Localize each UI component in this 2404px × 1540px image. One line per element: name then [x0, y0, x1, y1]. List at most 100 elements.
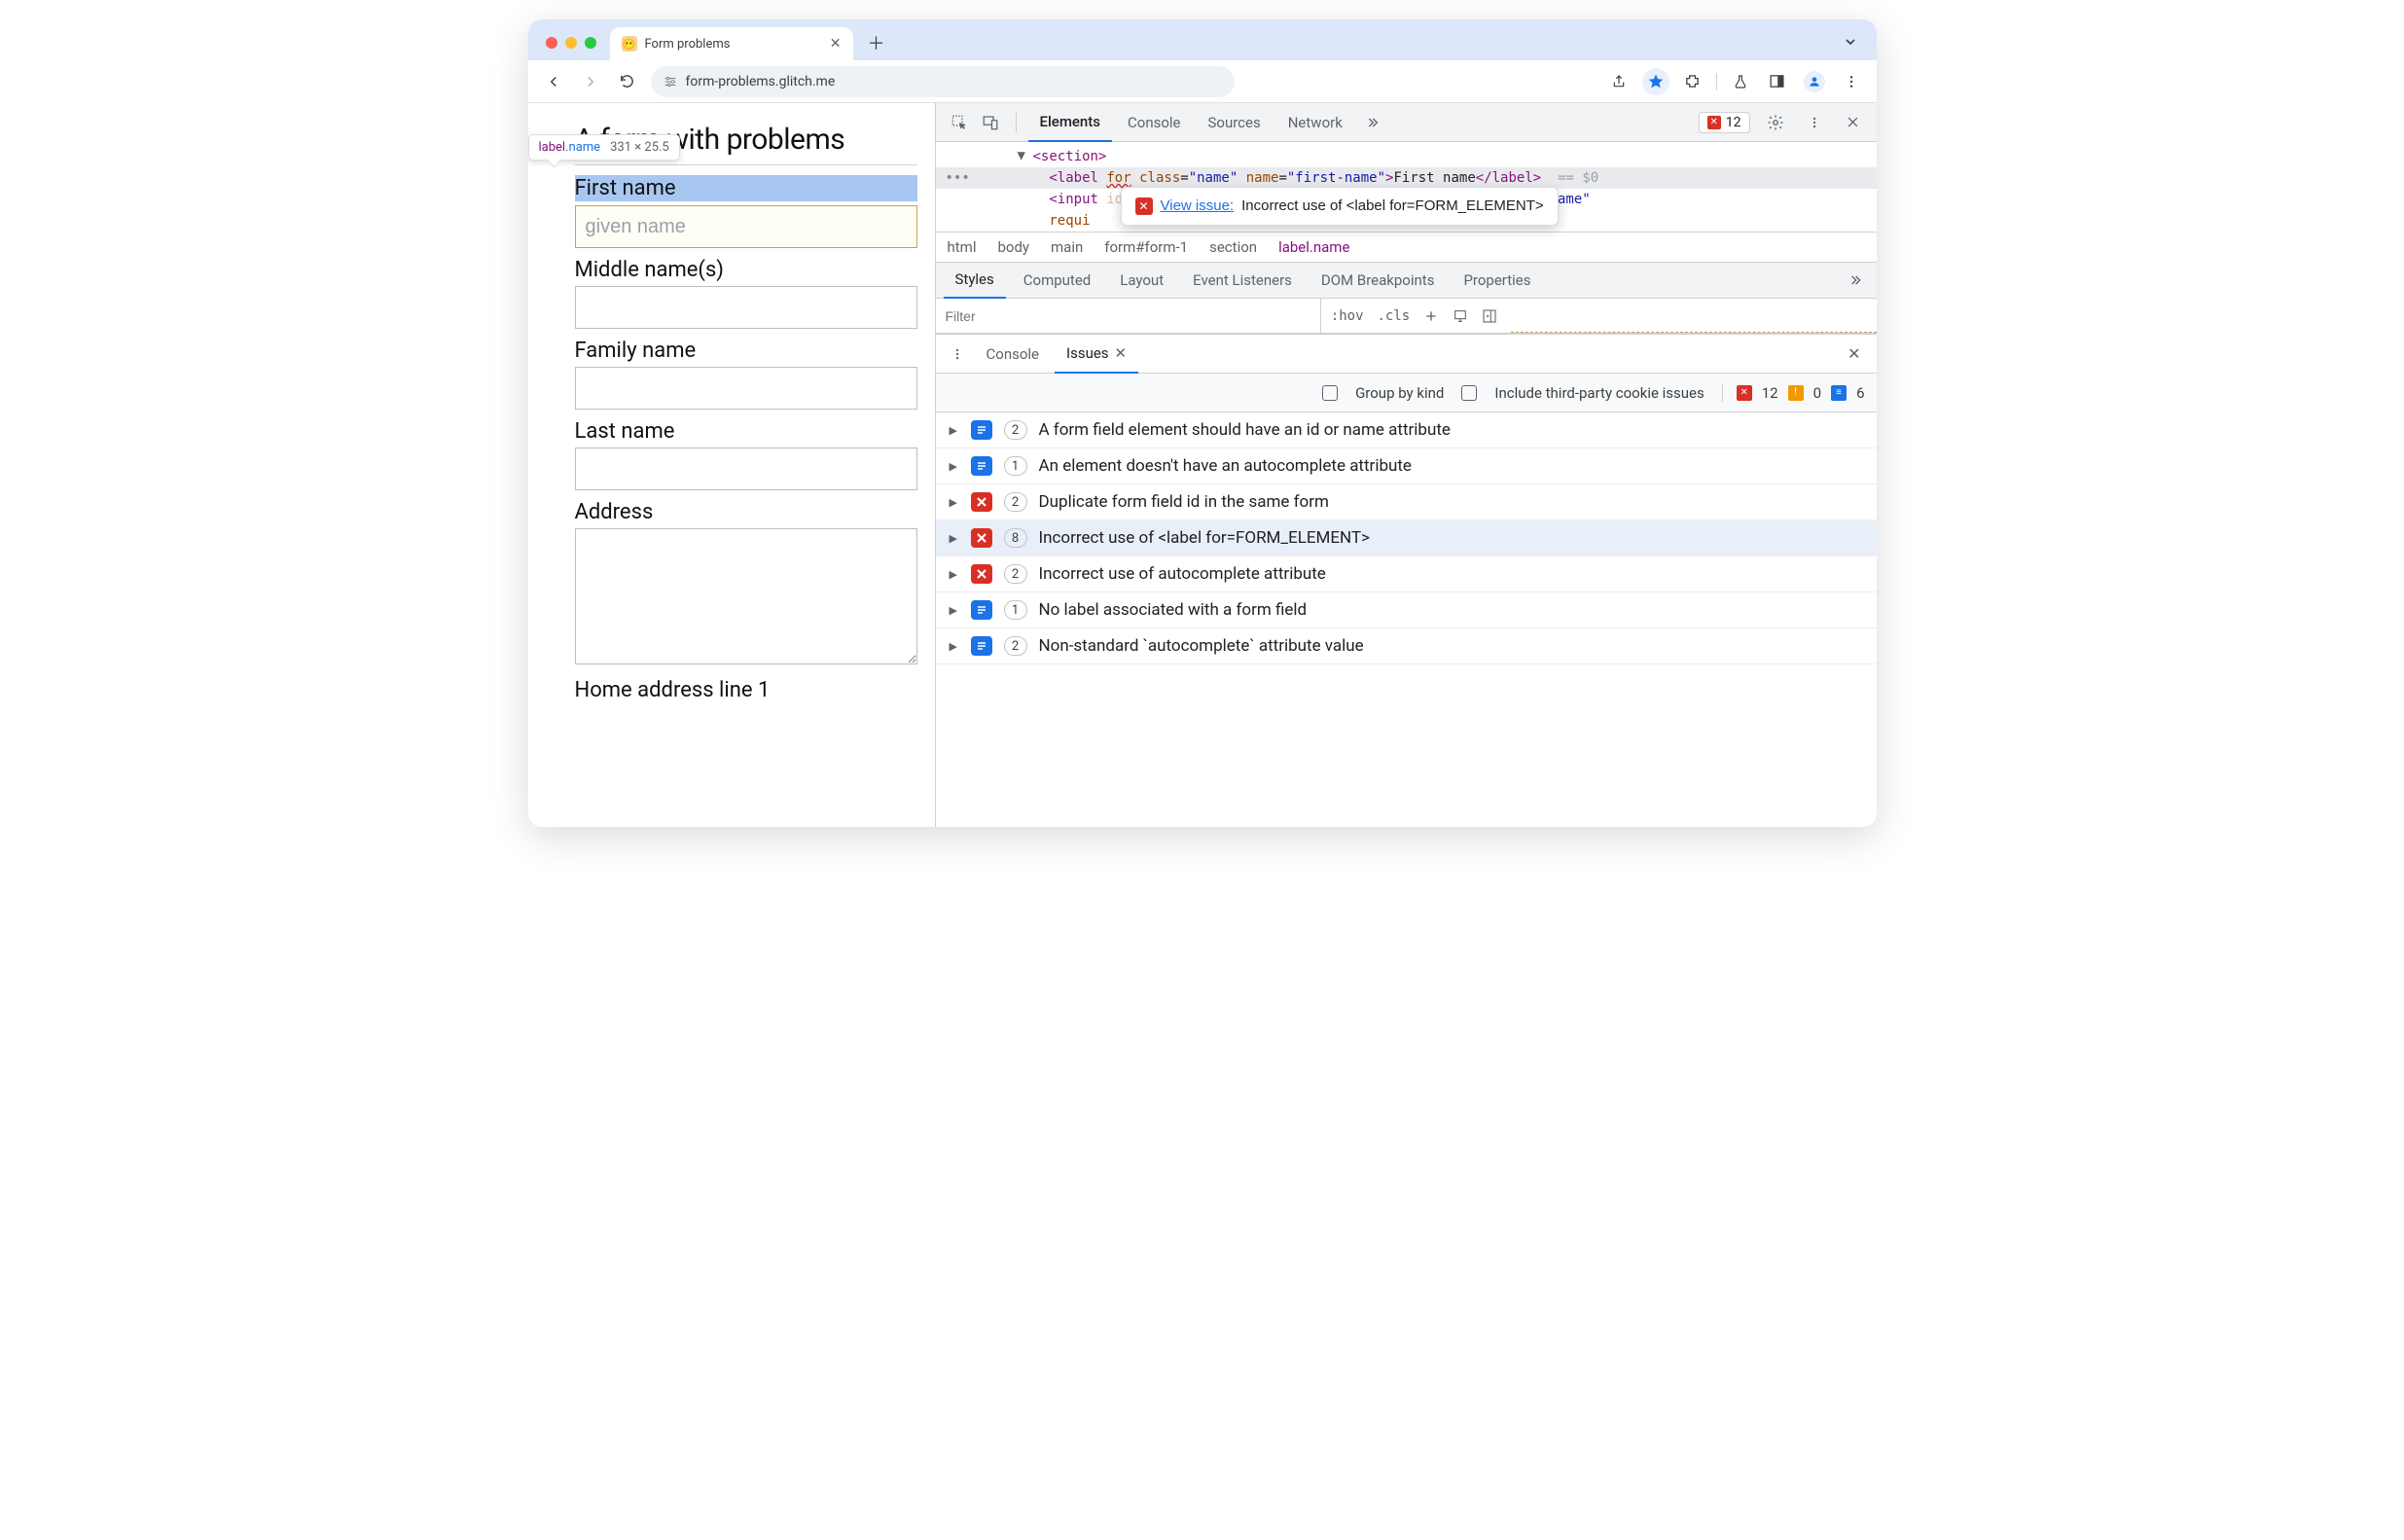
- issues-list: ▶2A form field element should have an id…: [936, 412, 1877, 827]
- dom-attr-for: for: [1106, 170, 1130, 186]
- issue-counts: ✕12 !0 ≡6: [1722, 384, 1865, 402]
- issue-row[interactable]: ▶2Non-standard `autocomplete` attribute …: [936, 628, 1877, 664]
- issue-row[interactable]: ▶1An element doesn't have an autocomplet…: [936, 448, 1877, 484]
- family-name-label: Family name: [575, 339, 917, 363]
- browser-toolbar: form-problems.glitch.me: [528, 60, 1877, 103]
- elements-dom-tree[interactable]: ▼ ••• <section> <label for class="name" …: [936, 142, 1877, 232]
- labs-button[interactable]: [1727, 68, 1754, 95]
- issue-row[interactable]: ▶2Incorrect use of autocomplete attribut…: [936, 556, 1877, 592]
- close-tab-button[interactable]: ✕: [830, 36, 842, 52]
- crumb-label[interactable]: label.name: [1278, 238, 1349, 256]
- more-tabs-button[interactable]: [1358, 109, 1385, 136]
- tab-network[interactable]: Network: [1276, 103, 1354, 142]
- drawer-tab-issues[interactable]: Issues ✕: [1055, 335, 1138, 374]
- back-button[interactable]: [540, 68, 567, 95]
- first-name-input[interactable]: [575, 205, 917, 248]
- new-tab-button[interactable]: ＋: [863, 29, 890, 56]
- crumb-section[interactable]: section: [1209, 238, 1257, 256]
- line-menu-button[interactable]: •••: [946, 167, 970, 189]
- tab-console[interactable]: Console: [1116, 103, 1193, 142]
- group-by-kind-checkbox[interactable]: [1322, 385, 1338, 401]
- computed-panel-icon[interactable]: [1482, 308, 1497, 324]
- close-window-button[interactable]: [546, 37, 557, 49]
- issue-row[interactable]: ▶2Duplicate form field id in the same fo…: [936, 484, 1877, 520]
- expand-arrow-icon: ▶: [950, 568, 959, 581]
- extensions-button[interactable]: [1679, 68, 1706, 95]
- family-name-input[interactable]: [575, 367, 917, 410]
- minimize-window-button[interactable]: [565, 37, 577, 49]
- profile-button[interactable]: [1801, 68, 1828, 95]
- address-textarea[interactable]: [575, 528, 917, 664]
- tabs-dropdown-button[interactable]: [1838, 29, 1863, 54]
- browser-tabstrip: 😶 Form problems ✕ ＋: [528, 19, 1877, 60]
- middle-name-label: Middle name(s): [575, 258, 917, 282]
- subtab-layout[interactable]: Layout: [1108, 262, 1175, 299]
- issue-row[interactable]: ▶2A form field element should have an id…: [936, 412, 1877, 448]
- error-count-badge[interactable]: ✕ 12: [1699, 112, 1750, 133]
- inspect-element-button[interactable]: [946, 109, 973, 136]
- maximize-window-button[interactable]: [585, 37, 596, 49]
- site-settings-icon[interactable]: [663, 74, 678, 90]
- dom-breadcrumbs: html body main form#form-1 section label…: [936, 232, 1877, 262]
- dom-selected-line[interactable]: <label for class="name" name="first-name…: [936, 167, 1877, 189]
- collapse-arrow-icon[interactable]: ▼: [1018, 145, 1025, 166]
- cls-toggle[interactable]: .cls: [1378, 308, 1411, 324]
- middle-name-input[interactable]: [575, 286, 917, 329]
- issue-count-pill: 8: [1004, 528, 1027, 548]
- devtools-menu-button[interactable]: [1801, 109, 1828, 136]
- expand-arrow-icon: ▶: [950, 604, 959, 617]
- more-subtabs-button[interactable]: [1842, 267, 1869, 294]
- subtab-computed[interactable]: Computed: [1012, 262, 1103, 299]
- expand-arrow-icon: ▶: [950, 496, 959, 509]
- reload-button[interactable]: [614, 68, 641, 95]
- address-bar[interactable]: form-problems.glitch.me: [651, 66, 1235, 97]
- bookmark-button[interactable]: [1642, 68, 1669, 95]
- error-bubble-icon: [971, 492, 992, 512]
- view-issue-link[interactable]: View issue:: [1161, 196, 1235, 217]
- expand-arrow-icon: ▶: [950, 424, 959, 437]
- drawer-menu-button[interactable]: [944, 340, 971, 368]
- issue-row[interactable]: ▶8Incorrect use of <label for=FORM_ELEME…: [936, 520, 1877, 556]
- browser-tab[interactable]: 😶 Form problems ✕: [610, 27, 853, 60]
- subtab-dom-breakpoints[interactable]: DOM Breakpoints: [1310, 262, 1447, 299]
- forward-button[interactable]: [577, 68, 604, 95]
- share-button[interactable]: [1605, 68, 1633, 95]
- tab-title: Form problems: [645, 37, 731, 52]
- drawer-tab-console[interactable]: Console: [975, 335, 1052, 374]
- close-drawer-button[interactable]: ✕: [1840, 344, 1868, 363]
- close-issues-tab-icon[interactable]: ✕: [1115, 344, 1128, 362]
- crumb-form[interactable]: form#form-1: [1104, 238, 1188, 256]
- hov-toggle[interactable]: :hov: [1331, 308, 1364, 324]
- issue-title: A form field element should have an id o…: [1039, 420, 1451, 440]
- device-tool-icon[interactable]: [1453, 308, 1468, 324]
- last-name-label: Last name: [575, 419, 917, 444]
- last-name-input[interactable]: [575, 448, 917, 490]
- third-party-checkbox[interactable]: [1461, 385, 1477, 401]
- address-label: Address: [575, 500, 917, 524]
- tab-elements[interactable]: Elements: [1028, 103, 1113, 142]
- crumb-main[interactable]: main: [1051, 238, 1083, 256]
- crumb-html[interactable]: html: [948, 238, 977, 256]
- subtab-properties[interactable]: Properties: [1452, 262, 1542, 299]
- styles-filter-input[interactable]: [936, 299, 1320, 333]
- issue-title: Duplicate form field id in the same form: [1039, 492, 1329, 512]
- info-bubble-icon: [971, 600, 992, 620]
- new-style-button[interactable]: [1423, 308, 1439, 324]
- url-text: form-problems.glitch.me: [686, 74, 836, 90]
- crumb-body[interactable]: body: [997, 238, 1029, 256]
- styles-tabbar: Styles Computed Layout Event Listeners D…: [936, 262, 1877, 299]
- device-toolbar-button[interactable]: [977, 109, 1004, 136]
- dom-eq0: == $0: [1558, 170, 1598, 186]
- side-panel-button[interactable]: [1764, 68, 1791, 95]
- subtab-styles[interactable]: Styles: [944, 262, 1006, 299]
- settings-button[interactable]: [1762, 109, 1789, 136]
- chrome-menu-button[interactable]: [1838, 68, 1865, 95]
- drawer-tab-issues-label: Issues: [1066, 344, 1109, 362]
- close-devtools-button[interactable]: [1840, 109, 1867, 136]
- issue-row[interactable]: ▶1No label associated with a form field: [936, 592, 1877, 628]
- tooltip-tag: label: [539, 140, 566, 155]
- subtab-event-listeners[interactable]: Event Listeners: [1181, 262, 1304, 299]
- expand-arrow-icon: ▶: [950, 640, 959, 653]
- window-controls: [546, 37, 596, 49]
- tab-sources[interactable]: Sources: [1197, 103, 1273, 142]
